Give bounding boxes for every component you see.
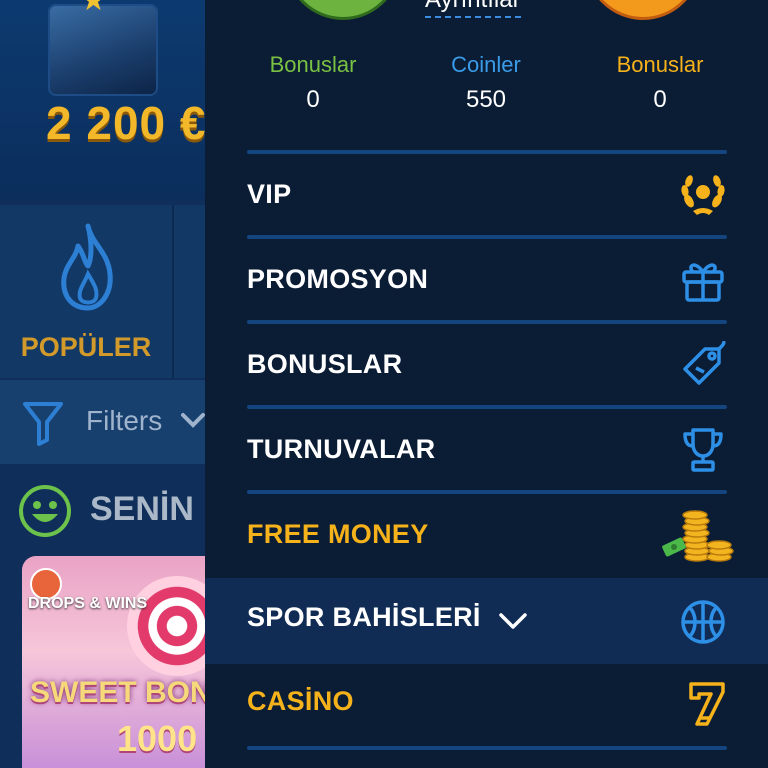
game-tile-amount: 1000 bbox=[117, 718, 198, 759]
stat-value: 550 bbox=[465, 86, 507, 113]
game-tile-badge: DROPS & WINS bbox=[28, 595, 148, 612]
gift-icon bbox=[682, 262, 724, 302]
slot-seven-icon bbox=[689, 682, 725, 726]
funnel-icon bbox=[23, 402, 63, 446]
divider bbox=[247, 746, 727, 750]
menu-item-free-money[interactable]: FREE MONEY bbox=[247, 494, 734, 575]
smiley-icon bbox=[19, 485, 71, 537]
details-link[interactable]: Ayrıntılar bbox=[425, 0, 521, 18]
promo-banner-amount: 2 200 € bbox=[46, 97, 207, 149]
menu-item-label: SPOR BAHİSLERİ bbox=[247, 602, 481, 632]
drawer-menu: VIP PROMOSYON BONUSLAR TURNUVALAR FREE M… bbox=[247, 150, 734, 575]
menu-item-promotions[interactable]: PROMOSYON bbox=[247, 239, 727, 320]
stat-label: Bonuslar bbox=[269, 52, 357, 77]
lollipop-image bbox=[127, 576, 212, 676]
game-tile-title: SWEET BON bbox=[30, 676, 212, 709]
menu-item-bonuses[interactable]: BONUSLAR bbox=[247, 324, 727, 405]
menu-item-label: VIP bbox=[247, 179, 292, 209]
stat-bonuses-2[interactable]: Bonuslar 0 bbox=[580, 52, 740, 114]
bonus-progress-ring bbox=[285, 0, 401, 20]
menu-item-casino[interactable]: CASİNO bbox=[247, 664, 727, 744]
stat-label: Coinler bbox=[451, 52, 521, 77]
stat-coins[interactable]: Coinler 550 bbox=[406, 52, 566, 114]
promo-banner-image bbox=[48, 4, 158, 96]
level-progress-ring bbox=[585, 0, 701, 20]
menu-item-label: CASİNO bbox=[247, 686, 354, 716]
stat-value: 0 bbox=[306, 86, 320, 113]
trophy-icon bbox=[683, 427, 723, 472]
filters-label[interactable]: Filters bbox=[86, 405, 162, 437]
menu-item-label: FREE MONEY bbox=[247, 519, 429, 549]
basketball-icon bbox=[681, 600, 725, 644]
section-title: SENİN bbox=[90, 490, 194, 528]
chevron-down-icon bbox=[181, 413, 205, 428]
category-popular-label: POPÜLER bbox=[20, 332, 152, 362]
menu-item-tournaments[interactable]: TURNUVALAR bbox=[247, 409, 727, 490]
flame-icon bbox=[61, 223, 113, 311]
menu-item-label: TURNUVALAR bbox=[247, 434, 436, 464]
laurel-wreath-icon bbox=[681, 174, 725, 215]
promo-banner[interactable]: ★ 2 200 € bbox=[0, 0, 210, 200]
menu-item-label: PROMOSYON bbox=[247, 264, 429, 294]
star-icon: ★ bbox=[80, 0, 107, 17]
stat-bonuses[interactable]: Bonuslar 0 bbox=[233, 52, 393, 114]
stat-label: Bonuslar bbox=[616, 52, 704, 77]
tag-icon bbox=[683, 340, 726, 385]
stat-value: 0 bbox=[653, 86, 667, 113]
coin-stack-icon bbox=[662, 509, 734, 562]
side-drawer: Ayrıntılar Bonuslar 0 Coinler 550 Bonusl… bbox=[205, 0, 768, 768]
menu-item-vip[interactable]: VIP bbox=[247, 154, 727, 235]
chevron-down-icon[interactable] bbox=[497, 610, 529, 632]
menu-item-label: BONUSLAR bbox=[247, 349, 403, 379]
game-tile[interactable]: DROPS & WINS SWEET BON 1000 bbox=[22, 556, 212, 768]
menu-item-sports-betting[interactable]: SPOR BAHİSLERİ bbox=[205, 578, 768, 664]
